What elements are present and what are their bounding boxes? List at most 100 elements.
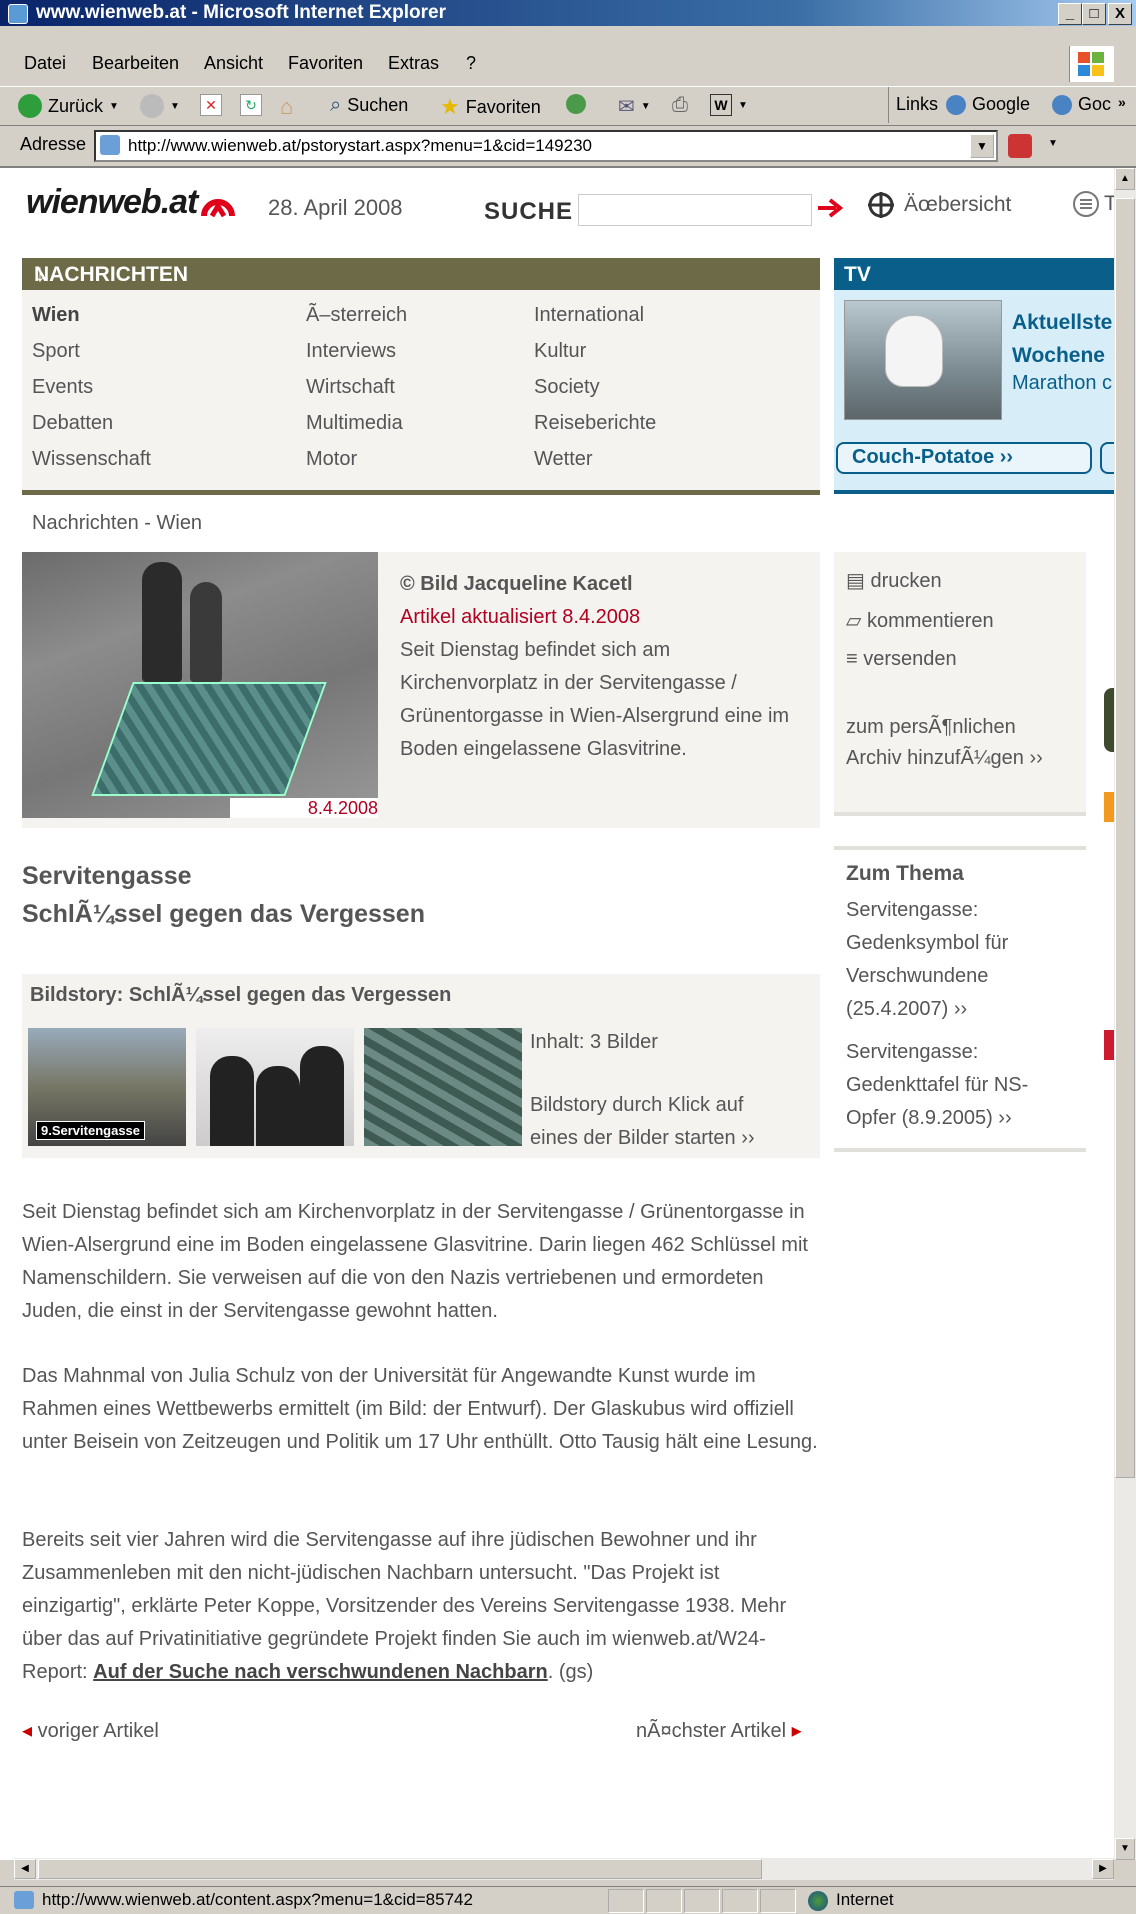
stop-button[interactable]: ✕: [200, 94, 222, 116]
forward-arrow-icon: [140, 94, 164, 118]
horizontal-scrollbar[interactable]: ◀ ▶: [14, 1858, 1114, 1880]
nav-wirtschaft[interactable]: Wirtschaft: [306, 376, 395, 399]
menu-extras[interactable]: Extras: [388, 53, 439, 74]
site-logo[interactable]: wienweb.at: [26, 183, 198, 222]
nav-motor[interactable]: Motor: [306, 448, 357, 471]
nav-kultur[interactable]: Kultur: [534, 340, 586, 363]
forward-button[interactable]: ▼: [140, 94, 180, 118]
menu-bearbeiten[interactable]: Bearbeiten: [92, 53, 179, 74]
nav-international[interactable]: International: [534, 304, 644, 327]
nachrichten-header[interactable]: NACHRICHTEN ↓: [22, 258, 820, 290]
send-icon: ≡: [846, 648, 858, 670]
article-image[interactable]: 8.4.2008: [22, 552, 378, 818]
chevron-more-icon[interactable]: »: [1118, 94, 1126, 110]
print-link[interactable]: ▤ drucken: [846, 568, 942, 593]
next-article-link[interactable]: nÃ¤chster Artikel ▸: [636, 1718, 802, 1743]
search-icon: ⌕: [330, 94, 342, 116]
mail-button[interactable]: ✉ ▼: [618, 94, 651, 119]
send-link[interactable]: ≡ versenden: [846, 648, 957, 671]
ie-page-icon: [946, 94, 966, 115]
couch-potatoe-button[interactable]: Couch-Potatoe ››: [836, 442, 1092, 474]
tv-title-line1: Aktuellste: [1012, 311, 1113, 334]
nav-society[interactable]: Society: [534, 376, 600, 399]
menu-datei[interactable]: Datei: [24, 53, 66, 74]
menu-ansicht[interactable]: Ansicht: [204, 53, 263, 74]
edge-banner-orange: [1104, 792, 1114, 822]
nav-multimedia[interactable]: Multimedia: [306, 412, 403, 435]
comment-link[interactable]: ▱ kommentieren: [846, 608, 994, 633]
breadcrumb[interactable]: Nachrichten - Wien: [32, 512, 202, 535]
arrow-down-icon[interactable]: ↓: [34, 260, 810, 288]
nav-wetter[interactable]: Wetter: [534, 448, 593, 471]
scroll-up-button[interactable]: ▲: [1115, 168, 1135, 190]
nav-wien[interactable]: Wien: [32, 304, 80, 327]
scroll-left-button[interactable]: ◀: [14, 1859, 36, 1879]
nav-debatten[interactable]: Debatten: [32, 412, 113, 435]
scroll-thumb[interactable]: [1115, 198, 1135, 1478]
comment-label: kommentieren: [866, 610, 994, 632]
go-icon[interactable]: [1008, 134, 1032, 158]
w24-report-link[interactable]: Auf der Suche nach verschwundenen Nachba…: [93, 1661, 548, 1683]
address-input[interactable]: http://www.wienweb.at/pstorystart.aspx?m…: [94, 130, 998, 162]
article-subheadline: SchlÃ¼ssel gegen das Vergessen: [22, 900, 425, 928]
print-label: drucken: [870, 570, 942, 592]
page-content: wienweb.at 28. April 2008 SUCHE Äœbersic…: [0, 168, 1122, 1860]
bildstory-thumb-2[interactable]: [196, 1028, 354, 1146]
scroll-down-button[interactable]: ▼: [1115, 1838, 1135, 1860]
vertical-scrollbar[interactable]: ▲ ▼: [1114, 168, 1136, 1860]
scroll-right-button[interactable]: ▶: [1092, 1859, 1114, 1879]
chevron-down-icon[interactable]: ▼: [1048, 138, 1058, 149]
google-link-2-label: Goc: [1078, 94, 1112, 114]
body-paragraph-3-text: Bereits seit vier Jahren wird die Servit…: [22, 1529, 787, 1683]
home-button[interactable]: ⌂: [280, 94, 293, 120]
tv-thumbnail[interactable]: [844, 300, 1002, 420]
address-dropdown-button[interactable]: ▼: [970, 134, 994, 158]
nav-oesterreich[interactable]: Ã–sterreich: [306, 304, 407, 327]
top-link[interactable]: T: [1072, 190, 1117, 218]
hscroll-thumb[interactable]: [38, 1859, 762, 1879]
bildstory-thumb-3[interactable]: [364, 1028, 522, 1146]
send-label: versenden: [863, 648, 957, 670]
menu-help[interactable]: ?: [466, 53, 476, 74]
close-button[interactable]: X: [1108, 3, 1132, 25]
person-figure-2: [190, 582, 222, 682]
nav-wissenschaft[interactable]: Wissenschaft: [32, 448, 151, 471]
nav-interviews[interactable]: Interviews: [306, 340, 396, 363]
arrow-right-icon: ▸: [791, 1720, 802, 1742]
page-status-icon: [14, 1891, 34, 1909]
maximize-button[interactable]: □: [1082, 3, 1106, 25]
word-button[interactable]: W ▼: [710, 94, 748, 116]
menu-favoriten[interactable]: Favoriten: [288, 53, 363, 74]
related-link-1[interactable]: Servitengasse: Gedenksymbol für Verschwu…: [846, 894, 1076, 1026]
archive-link[interactable]: zum persÃ¶nlichen Archiv hinzufÃ¼gen ››: [846, 716, 1043, 770]
google-link[interactable]: Google: [946, 94, 1030, 115]
back-arrow-icon: [18, 94, 42, 118]
search-label: Suchen: [347, 95, 409, 115]
back-button[interactable]: Zurück ▼: [18, 94, 119, 118]
nav-sport[interactable]: Sport: [32, 340, 80, 363]
bildstory-thumb-1[interactable]: 9.Servitengasse: [28, 1028, 186, 1146]
updated-note: Artikel aktualisiert 8.4.2008: [400, 606, 641, 628]
print-button[interactable]: ⎙: [672, 94, 688, 117]
related-link-2[interactable]: Servitengasse: Gedenkttafel für NS-Opfer…: [846, 1036, 1076, 1135]
overview-link[interactable]: Äœbersicht: [866, 190, 1011, 220]
security-zone: Internet: [836, 1890, 894, 1909]
previous-article-link[interactable]: ◂ voriger Artikel: [22, 1718, 159, 1743]
favorites-button[interactable]: ★ Favoriten: [440, 94, 541, 120]
google-link-2[interactable]: Goc: [1052, 94, 1111, 115]
history-button[interactable]: [566, 94, 586, 114]
nav-reiseberichte[interactable]: Reiseberichte: [534, 412, 656, 435]
search-go-arrow-icon[interactable]: [816, 194, 846, 222]
search-button[interactable]: ⌕ Suchen: [330, 94, 408, 117]
image-date: 8.4.2008: [230, 798, 378, 818]
nav-events[interactable]: Events: [32, 376, 93, 399]
minimize-button[interactable]: _: [1058, 3, 1082, 25]
refresh-button[interactable]: ↻: [240, 94, 262, 116]
tv-teaser-title[interactable]: Aktuellste Wochene: [1012, 306, 1112, 372]
browser-window: www.wienweb.at - Microsoft Internet Expl…: [0, 0, 1136, 1913]
bildstory-start-link[interactable]: eines der Bilder starten ››: [530, 1122, 755, 1155]
status-segment: [646, 1889, 682, 1913]
search-input[interactable]: [578, 194, 812, 226]
tv-title: TV: [844, 263, 871, 286]
toolbar: Zurück ▼ ▼ ✕ ↻ ⌂ ⌕ Suchen ★ Favoriten ✉: [0, 86, 1136, 126]
